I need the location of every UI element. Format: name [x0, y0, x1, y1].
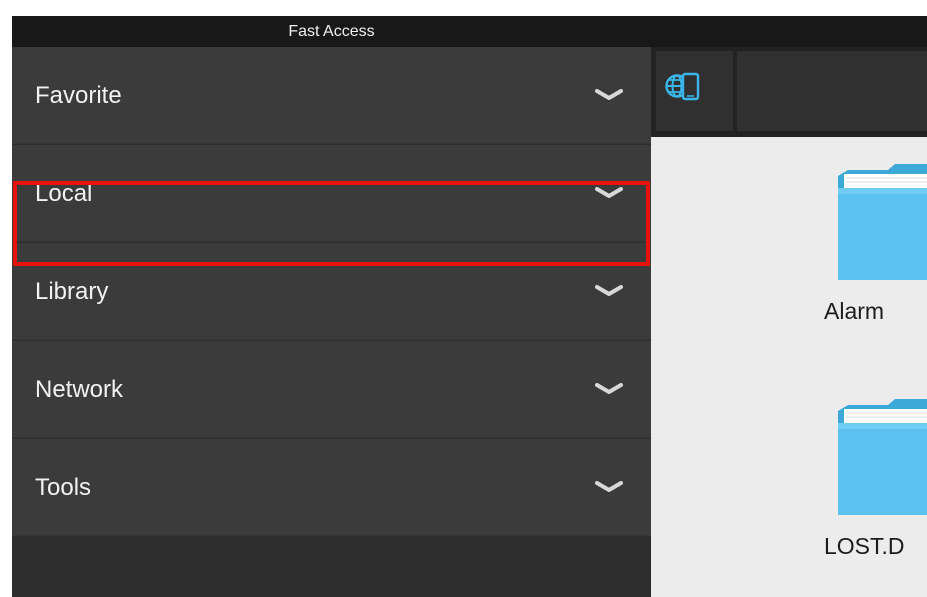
folder-icon	[838, 399, 927, 515]
globe-device-icon	[665, 72, 700, 101]
sidebar-item-local[interactable]: Local	[12, 145, 651, 242]
sidebar-item-tools[interactable]: Tools	[12, 439, 651, 536]
sidebar-item-network[interactable]: Network	[12, 341, 651, 438]
sidebar-item-library[interactable]: Library	[12, 243, 651, 340]
view-toggle-button[interactable]	[656, 51, 733, 131]
chevron-down-icon	[595, 187, 623, 198]
sidebar-item-label: Tools	[35, 474, 92, 501]
file-browser-pane: Alarm LOST.D	[651, 47, 927, 597]
folder-icon	[838, 164, 927, 280]
sidebar-item-label: Library	[35, 278, 109, 305]
sidebar-item-label: Favorite	[35, 82, 122, 109]
fast-access-sidebar: Favorite Local Library Network Tools	[12, 47, 651, 597]
folder-item-alarm[interactable]: Alarm	[824, 164, 927, 344]
chevron-down-icon	[595, 89, 623, 100]
folder-item-lost-dir[interactable]: LOST.D	[824, 399, 927, 579]
folder-name: Alarm	[824, 298, 885, 324]
sidebar-item-label: Network	[35, 376, 124, 403]
chevron-down-icon	[595, 285, 623, 296]
folder-name: LOST.D	[824, 533, 905, 559]
sidebar-item-favorite[interactable]: Favorite	[12, 47, 651, 144]
path-bar[interactable]	[737, 51, 927, 131]
title-bar-title: Fast Access	[288, 23, 375, 40]
app-window: Fast Access Favorite Local Library Netwo…	[12, 16, 927, 597]
sidebar-item-label: Local	[35, 180, 93, 207]
chevron-down-icon	[595, 383, 623, 394]
toolbar	[651, 47, 927, 137]
title-bar: Fast Access	[12, 16, 927, 47]
chevron-down-icon	[595, 481, 623, 492]
